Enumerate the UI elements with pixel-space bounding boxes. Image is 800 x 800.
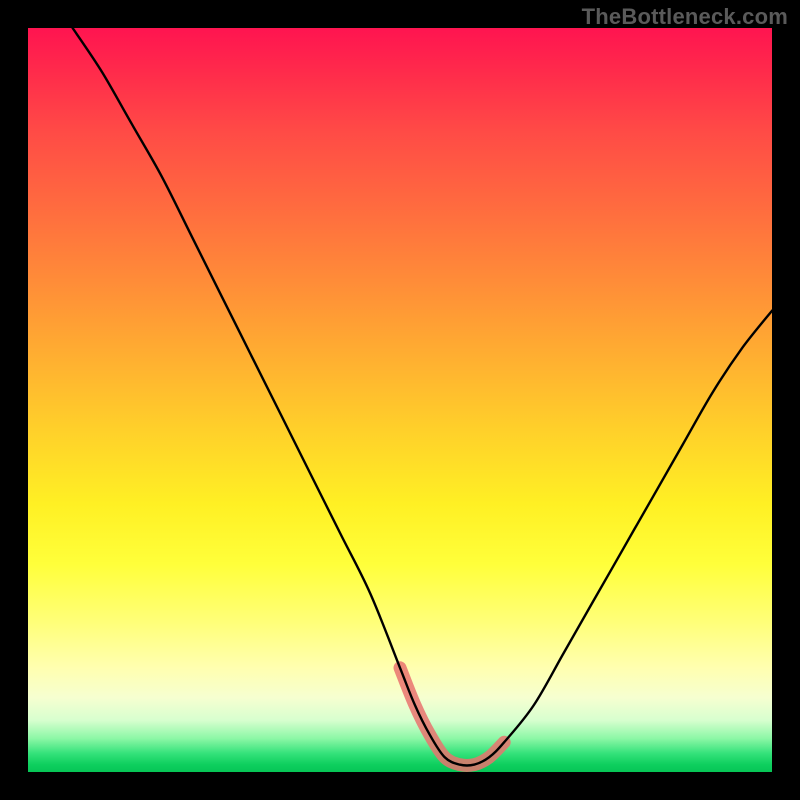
watermark-label: TheBottleneck.com [582,4,788,30]
curve-svg [28,28,772,772]
plot-area [28,28,772,772]
bottleneck-curve [73,28,772,766]
chart-frame: TheBottleneck.com [0,0,800,800]
optimal-range-highlight [400,668,504,766]
